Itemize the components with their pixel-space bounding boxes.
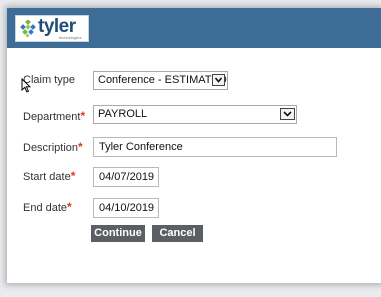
claim-dialog: tyler technologies Claim type Conference…	[7, 8, 381, 283]
end-date-input[interactable]: 04/10/2019	[93, 198, 159, 218]
tyler-logo-icon	[20, 20, 36, 38]
start-date-value: 04/07/2019	[99, 171, 155, 183]
end-date-value: 04/10/2019	[99, 202, 155, 214]
required-marker: *	[67, 200, 72, 214]
chevron-down-icon[interactable]	[280, 108, 295, 120]
mouse-pointer-icon	[21, 78, 31, 93]
cancel-button[interactable]: Cancel	[152, 225, 203, 242]
app-header: tyler technologies	[7, 8, 381, 48]
start-date-input[interactable]: 04/07/2019	[93, 167, 159, 187]
required-marker: *	[80, 109, 86, 123]
brand-name: tyler	[38, 16, 76, 37]
department-label: Department*	[23, 109, 86, 123]
description-value: Tyler Conference	[99, 141, 183, 153]
brand-tagline: technologies	[59, 35, 82, 40]
continue-button[interactable]: Continue	[91, 225, 145, 242]
start-date-label: Start date*	[23, 169, 76, 183]
department-select[interactable]: PAYROLL	[93, 105, 297, 124]
department-value: PAYROLL	[98, 108, 148, 120]
end-date-label: End date*	[23, 200, 72, 214]
claim-type-select[interactable]: Conference - ESTIMATED	[93, 71, 228, 90]
tyler-logo: tyler technologies	[15, 15, 89, 42]
chevron-down-icon[interactable]	[212, 74, 225, 86]
claim-type-value: Conference - ESTIMATED	[98, 74, 227, 86]
description-input[interactable]: Tyler Conference	[93, 137, 337, 157]
required-marker: *	[70, 169, 76, 183]
required-marker: *	[78, 140, 83, 154]
description-label: Description*	[23, 140, 83, 154]
